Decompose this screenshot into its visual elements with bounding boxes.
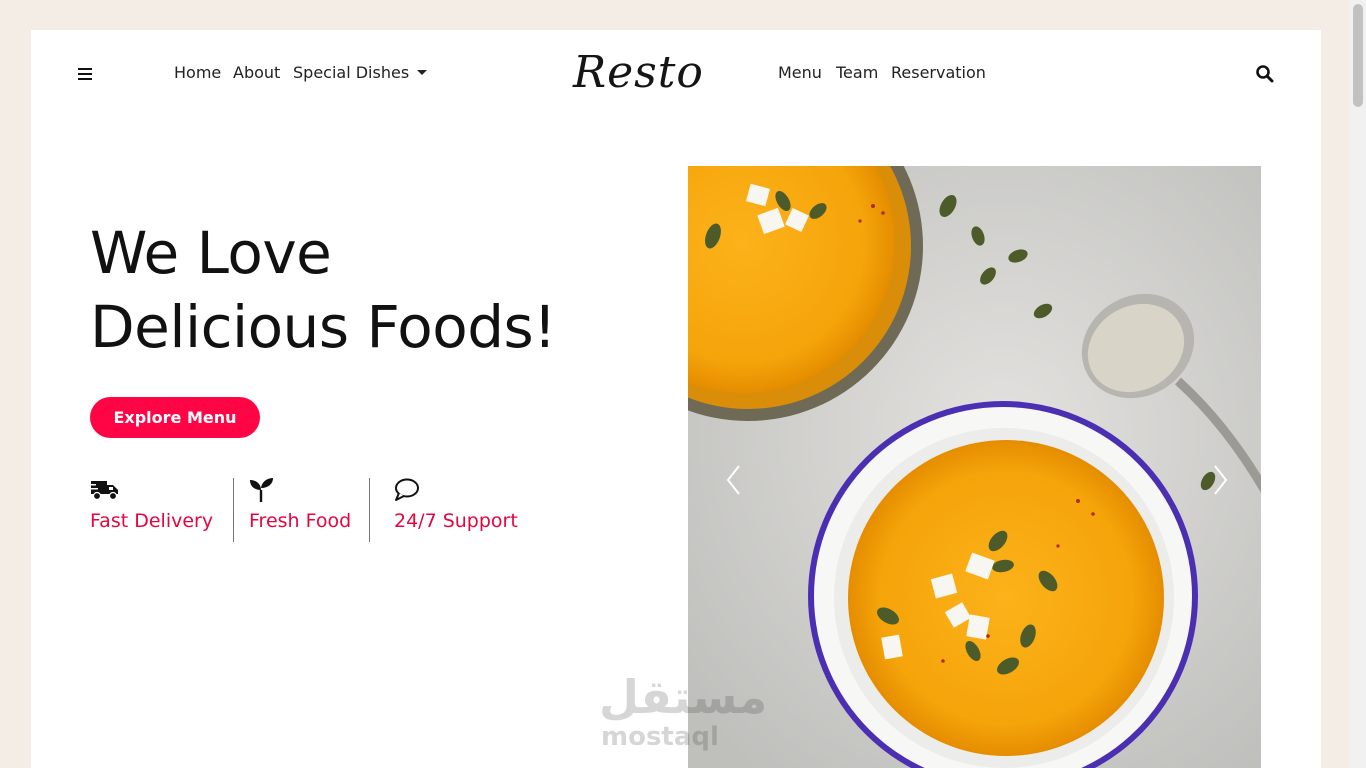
nav-about-link[interactable]: About <box>233 63 280 82</box>
hamburger-menu-icon[interactable] <box>78 68 92 80</box>
brand-logo[interactable]: Resto <box>573 44 713 102</box>
watermark-latin-text: mostaql <box>601 722 719 752</box>
feature-label: Fast Delivery <box>90 510 214 532</box>
feature-label: 24/7 Support <box>394 510 518 532</box>
feature-support: 24/7 Support <box>394 477 534 541</box>
caret-down-icon <box>417 70 428 75</box>
feature-fresh-food: Fresh Food <box>249 477 369 541</box>
nav-team-link[interactable]: Team <box>836 63 878 82</box>
feature-label: Fresh Food <box>249 510 352 532</box>
carousel-prev-arrow-icon[interactable] <box>724 463 744 497</box>
mostaql-watermark: مستقل mostaql <box>599 670 769 760</box>
sprout-icon <box>249 477 279 503</box>
carousel-next-arrow-icon[interactable] <box>1210 463 1230 497</box>
nav-menu-link[interactable]: Menu <box>778 63 822 82</box>
feature-divider <box>369 478 370 542</box>
nav-special-dishes-dropdown[interactable]: Special Dishes <box>293 63 428 82</box>
hero-food-image <box>688 166 1261 768</box>
feature-divider <box>233 478 234 542</box>
nav-home-link[interactable]: Home <box>174 63 221 82</box>
hero-title-line-2: Delicious Foods! <box>90 293 557 361</box>
hero-title-line-1: We Love <box>90 219 332 287</box>
chat-bubble-icon <box>394 477 424 503</box>
explore-menu-button[interactable]: Explore Menu <box>90 397 260 438</box>
page-container: Home About Special Dishes Resto Menu Tea… <box>31 30 1321 768</box>
nav-special-dishes-label: Special Dishes <box>293 63 410 82</box>
feature-fast-delivery: Fast Delivery <box>90 477 220 541</box>
delivery-truck-icon <box>90 477 120 503</box>
hero-title: We Love Delicious Foods! <box>90 216 650 364</box>
nav-reservation-link[interactable]: Reservation <box>891 63 986 82</box>
watermark-arabic-text: مستقل <box>599 670 768 724</box>
vertical-scrollbar[interactable] <box>1350 0 1366 768</box>
search-icon[interactable] <box>1255 64 1275 84</box>
scrollbar-thumb[interactable] <box>1353 4 1363 107</box>
